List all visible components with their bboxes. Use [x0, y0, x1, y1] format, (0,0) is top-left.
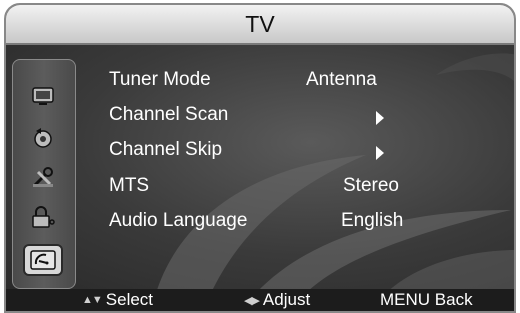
menu-item-label: Tuner Mode [109, 69, 211, 90]
menu-item-label: Channel Skip [109, 139, 223, 160]
title-bar: TV [6, 5, 514, 45]
menu-back-label: MENU Back [380, 290, 473, 309]
footer-hint-bar: ▲▼ Select ◀▶ Adjust MENU Back [6, 289, 514, 311]
left-right-arrows-icon: ◀▶ [244, 294, 260, 307]
sound-icon[interactable] [27, 124, 59, 152]
menu-item-audio-language[interactable]: Audio Language English [109, 210, 514, 240]
adjust-hint: ◀▶ Adjust [244, 290, 310, 310]
select-hint-label: Select [105, 290, 154, 309]
menu-item-channel-skip[interactable]: Channel Skip [109, 139, 514, 169]
setup-icon[interactable] [27, 164, 59, 192]
up-down-arrows-icon: ▲▼ [82, 294, 103, 306]
tv-osd-window: TV Tuner Mode Antenna Channel Scan Chann… [4, 3, 516, 313]
page-title: TV [245, 11, 275, 37]
submenu-arrow-icon [376, 111, 384, 125]
menu-item-value: English [341, 210, 404, 231]
menu-item-label: Channel Scan [109, 104, 229, 125]
menu-item-value: Stereo [343, 175, 399, 196]
tv-antenna-icon[interactable] [23, 244, 63, 276]
sidebar [12, 59, 76, 289]
menu-back-hint: MENU Back [380, 290, 473, 310]
menu-item-mts[interactable]: MTS Stereo [109, 175, 514, 205]
menu-item-tuner-mode[interactable]: Tuner Mode Antenna [109, 69, 514, 99]
picture-icon[interactable] [27, 82, 59, 110]
adjust-hint-label: Adjust [262, 290, 311, 309]
submenu-arrow-icon [376, 146, 384, 160]
menu-item-value: Antenna [306, 69, 377, 90]
menu-item-label: Audio Language [109, 210, 248, 231]
menu-item-label: MTS [109, 175, 150, 196]
menu-item-channel-scan[interactable]: Channel Scan [109, 104, 514, 134]
select-hint: ▲▼ Select [82, 290, 153, 310]
menu-panel: Tuner Mode Antenna Channel Scan Channel … [6, 45, 514, 293]
lock-icon[interactable] [27, 203, 59, 231]
